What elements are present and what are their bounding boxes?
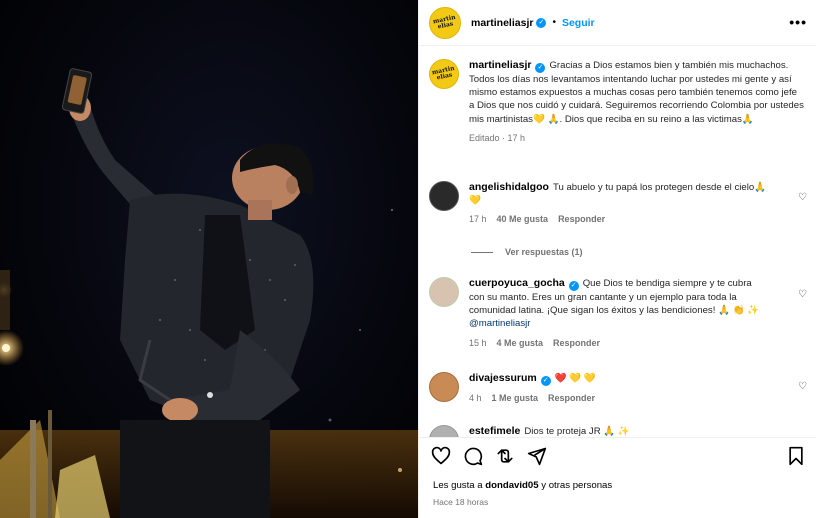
author-username[interactable]: martineliasjr xyxy=(471,17,533,29)
reply-button[interactable]: Responder xyxy=(553,337,600,350)
comment-like-heart-icon[interactable]: ♡ xyxy=(798,289,807,300)
post-header: martin elias martineliasjr ✓ • Seguir ••… xyxy=(419,0,816,46)
post-action-bar xyxy=(419,437,816,474)
comment-likes[interactable]: 1 Me gusta xyxy=(492,392,539,405)
verified-badge-icon: ✓ xyxy=(535,63,546,73)
view-replies-label: Ver respuestas (1) xyxy=(505,247,583,257)
caption-entry: martin elias martineliasjr ✓ Gracias a Dio… xyxy=(429,59,804,145)
comment-text: ❤️ 💛 💛 xyxy=(554,373,596,384)
post-photo[interactable] xyxy=(0,0,418,518)
post-timestamp[interactable]: Hace 18 horas xyxy=(433,497,488,507)
comment-avatar[interactable] xyxy=(429,181,459,211)
bookmark-icon[interactable] xyxy=(787,446,805,466)
comment-likes[interactable]: 40 Me gusta xyxy=(497,213,549,226)
comment-text: Dios te proteja JR 🙏 ✨ xyxy=(524,426,630,437)
caption-username[interactable]: martineliasjr xyxy=(469,59,531,71)
view-replies-button[interactable]: Ver respuestas (1) xyxy=(471,247,583,257)
avatar-logo: martin elias xyxy=(431,64,456,82)
comment-avatar[interactable] xyxy=(429,425,459,437)
comments-scroll-area[interactable]: martin elias martineliasjr ✓ Gracias a Dio… xyxy=(419,47,816,437)
author-avatar[interactable]: martin elias xyxy=(429,6,461,39)
avatar-logo: martin elias xyxy=(432,13,457,30)
instagram-post-view: martin elias martineliasjr ✓ • Seguir ••… xyxy=(0,0,816,518)
comment-username[interactable]: cuerpoyuca_gocha xyxy=(469,277,565,289)
comment-time[interactable]: 4 h xyxy=(469,392,482,405)
verified-badge-icon: ✓ xyxy=(536,17,547,28)
follow-button[interactable]: Seguir xyxy=(562,17,595,29)
reply-button[interactable]: Responder xyxy=(548,392,595,405)
verified-badge-icon: ✓ xyxy=(568,281,579,291)
comment-username[interactable]: angelishidalgoo xyxy=(469,181,549,193)
comment-likes[interactable]: 4 Me gusta xyxy=(497,337,544,350)
separator-dot: • xyxy=(552,17,556,28)
concert-selfie-illustration xyxy=(0,68,418,518)
comment-username[interactable]: estefimele xyxy=(469,425,520,437)
comment-icon[interactable] xyxy=(463,446,483,466)
likes-suffix[interactable]: y otras personas xyxy=(539,480,612,491)
likes-summary: Les gusta a dondavid05 y otras personas xyxy=(433,480,612,491)
comment-time[interactable]: 17 h xyxy=(469,213,487,226)
comment-item: estefimele Dios te proteja JR 🙏 ✨ xyxy=(429,425,769,437)
heart-icon[interactable] xyxy=(431,446,451,466)
comment-like-heart-icon[interactable]: ♡ xyxy=(798,381,807,392)
verified-badge-icon: ✓ xyxy=(540,376,551,386)
comment-avatar[interactable] xyxy=(429,372,459,402)
comment-item: divajessurum ✓ ❤️ 💛 💛 4 h 1 Me gusta Respo… xyxy=(429,372,769,405)
comment-like-heart-icon[interactable]: ♡ xyxy=(798,192,807,203)
reply-button[interactable]: Responder xyxy=(558,213,605,226)
comment-item: angelishidalgoo Tu abuelo y tu papá los p… xyxy=(429,181,769,227)
post-details-panel: martin elias martineliasjr ✓ • Seguir ••… xyxy=(418,0,816,518)
replies-divider xyxy=(471,251,493,253)
comment-avatar[interactable] xyxy=(429,277,459,307)
likes-prefix: Les gusta a xyxy=(433,480,486,491)
liker-username-link[interactable]: dondavid05 xyxy=(485,480,538,491)
caption-meta: Editado · 17 h xyxy=(469,132,526,143)
comment-username[interactable]: divajessurum xyxy=(469,372,537,384)
share-icon[interactable] xyxy=(495,446,515,466)
comment-mention-link[interactable]: @martineliasjr xyxy=(469,318,530,329)
comment-item: cuerpoyuca_gocha ✓ Que Dios te bendiga sie… xyxy=(429,277,769,350)
send-icon[interactable] xyxy=(527,446,547,466)
caption-avatar[interactable]: martin elias xyxy=(429,59,459,89)
comment-time[interactable]: 15 h xyxy=(469,337,487,350)
more-options-icon[interactable]: ••• xyxy=(789,15,807,29)
